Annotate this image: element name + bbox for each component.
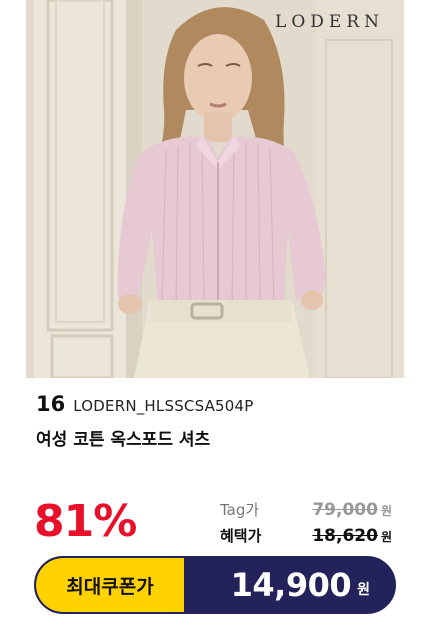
product-code: LODERN_HLSSCSA504P [73, 397, 254, 415]
benefit-price-value: 18,620 원 [312, 526, 392, 546]
benefit-price-amount: 18,620 [312, 526, 378, 546]
rank-number: 16 [36, 392, 66, 416]
tag-price-amount: 79,000 [312, 500, 378, 520]
coupon-price-amount: 14,900 [230, 566, 352, 604]
product-card[interactable]: LODERN 16 LODERN_HLSSCSA504P 여성 코튼 옥스포드 … [0, 0, 430, 630]
tag-price-unit: 원 [380, 504, 392, 518]
benefit-price-label: 혜택가 [220, 527, 262, 545]
price-table: Tag가 79,000 원 혜택가 18,620 원 [220, 499, 392, 551]
tag-price-label: Tag가 [220, 501, 260, 519]
benefit-price-unit: 원 [380, 530, 392, 544]
coupon-label: 최대쿠폰가 [36, 558, 184, 612]
benefit-price-row: 혜택가 18,620 원 [220, 525, 392, 551]
discount-rate: 81% [34, 496, 137, 547]
tag-price-value: 79,000 원 [312, 500, 392, 520]
coupon-price: 14,900 원 [231, 558, 370, 612]
brand-logo: LODERN [275, 12, 384, 32]
product-photo-illustration [26, 0, 404, 378]
product-image[interactable]: LODERN [26, 0, 404, 378]
rank-row: 16 LODERN_HLSSCSA504P [36, 392, 254, 416]
coupon-price-button[interactable]: 최대쿠폰가 14,900 원 [34, 556, 396, 614]
coupon-price-unit: 원 [357, 582, 370, 598]
product-name[interactable]: 여성 코튼 옥스포드 셔츠 [36, 425, 210, 450]
tag-price-row: Tag가 79,000 원 [220, 499, 392, 525]
